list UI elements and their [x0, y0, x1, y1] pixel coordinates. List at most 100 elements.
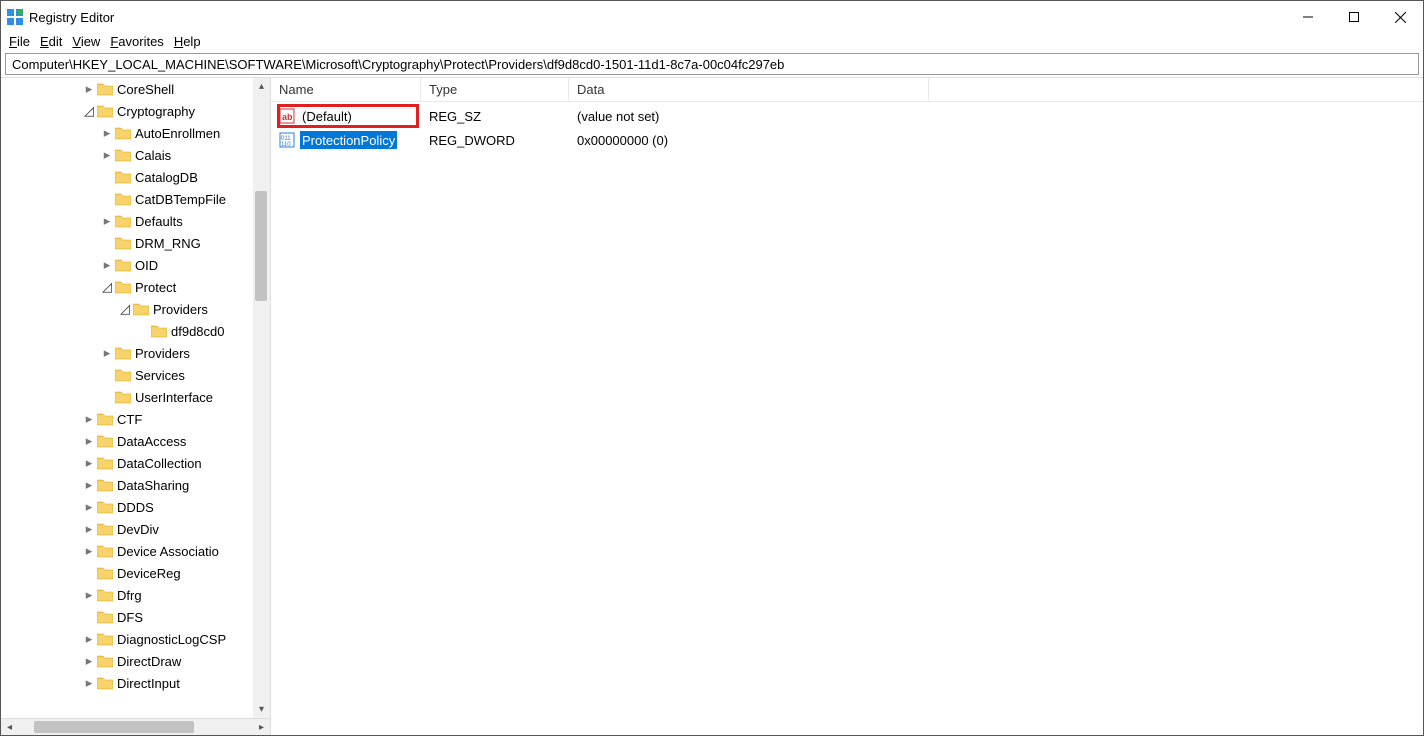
tree-item-label: OID: [135, 258, 158, 273]
tree-item-calais[interactable]: ▸Calais: [1, 144, 253, 166]
tree-item-autoenroll[interactable]: ▸ AutoEnrollmen: [1, 122, 253, 144]
folder-icon: [97, 82, 113, 96]
tree-item-drmrng[interactable]: DRM_RNG: [1, 232, 253, 254]
tree-item-label: DevDiv: [117, 522, 159, 537]
tree-item-dfs[interactable]: DFS: [1, 606, 253, 628]
chevron-right-icon[interactable]: ▸: [99, 125, 115, 141]
tree-item-cryptography[interactable]: ◿Cryptography: [1, 100, 253, 122]
chevron-right-icon[interactable]: ▸: [81, 81, 97, 97]
tree-item-devdiv[interactable]: ▸ DevDiv: [1, 518, 253, 540]
tree-item-providers[interactable]: ▸Providers: [1, 342, 253, 364]
window-title: Registry Editor: [29, 10, 114, 25]
chevron-right-icon[interactable]: ▸: [81, 587, 97, 603]
menu-help[interactable]: Help: [174, 34, 201, 49]
string-value-icon: ab: [279, 108, 295, 124]
chevron-right-icon[interactable]: ▸: [81, 433, 97, 449]
tree-item-label: df9d8cd0: [171, 324, 225, 339]
tree-item-protect[interactable]: ◿Protect: [1, 276, 253, 298]
value-row[interactable]: 011110ProtectionPolicyREG_DWORD0x0000000…: [271, 128, 1423, 152]
tree-item-providers_inner[interactable]: ◿Providers: [1, 298, 253, 320]
menu-bar: File Edit View Favorites Help: [1, 33, 1423, 53]
maximize-button[interactable]: [1331, 1, 1377, 33]
chevron-right-icon[interactable]: ▸: [81, 521, 97, 537]
chevron-right-icon[interactable]: ▸: [81, 411, 97, 427]
value-type: REG_DWORD: [421, 128, 569, 152]
scroll-up-icon[interactable]: ▴: [253, 78, 270, 95]
scroll-thumb[interactable]: [255, 191, 267, 301]
chevron-right-icon[interactable]: ▸: [81, 675, 97, 691]
tree-item-userinterface[interactable]: UserInterface: [1, 386, 253, 408]
close-button[interactable]: [1377, 1, 1423, 33]
tree-item-label: DataAccess: [117, 434, 186, 449]
chevron-down-icon[interactable]: ◿: [81, 103, 97, 119]
tree-item-coreshell[interactable]: ▸CoreShell: [1, 78, 253, 100]
tree-item-label: AutoEnrollmen: [135, 126, 220, 141]
tree-item-directinput[interactable]: ▸DirectInput: [1, 672, 253, 694]
menu-file[interactable]: File: [9, 34, 30, 49]
scroll-left-icon[interactable]: ◂: [1, 719, 18, 736]
tree-item-ddds[interactable]: ▸DDDS: [1, 496, 253, 518]
tree-item-ctf[interactable]: ▸CTF: [1, 408, 253, 430]
chevron-right-icon[interactable]: ▸: [99, 147, 115, 163]
tree-item-defaults[interactable]: ▸Defaults: [1, 210, 253, 232]
tree-item-dataaccess[interactable]: ▸ DataAccess: [1, 430, 253, 452]
folder-icon: [115, 126, 131, 140]
tree-horizontal-scrollbar[interactable]: ◂ ▸: [1, 718, 270, 735]
tree-item-devicereg[interactable]: DeviceReg: [1, 562, 253, 584]
tree-item-label: DRM_RNG: [135, 236, 201, 251]
chevron-right-icon[interactable]: ▸: [81, 631, 97, 647]
folder-icon: [97, 500, 113, 514]
chevron-right-icon[interactable]: ▸: [81, 543, 97, 559]
scroll-track[interactable]: [18, 719, 253, 735]
values-list[interactable]: ab(Default)REG_SZ(value not set)011110Pr…: [271, 102, 1423, 735]
tree-item-label: DFS: [117, 610, 143, 625]
tree-item-catdbtemp[interactable]: CatDBTempFile: [1, 188, 253, 210]
tree-item-catalogdb[interactable]: CatalogDB: [1, 166, 253, 188]
folder-icon: [115, 236, 131, 250]
menu-edit[interactable]: Edit: [40, 34, 62, 49]
content-area: ▸CoreShell◿Cryptography▸AutoEnrollmen▸Ca…: [1, 77, 1423, 735]
column-headers: Name Type Data: [271, 78, 1423, 102]
tree-vertical-scrollbar[interactable]: ▴ ▾: [253, 78, 270, 718]
chevron-right-icon[interactable]: ▸: [99, 345, 115, 361]
tree-item-label: Services: [135, 368, 185, 383]
tree-item-datacollection[interactable]: ▸DataCollection: [1, 452, 253, 474]
tree-item-guid[interactable]: df9d8cd0: [1, 320, 253, 342]
tree-item-diaglog[interactable]: ▸DiagnosticLogCSP: [1, 628, 253, 650]
address-bar[interactable]: Computer\HKEY_LOCAL_MACHINE\SOFTWARE\Mic…: [5, 53, 1419, 75]
scroll-thumb[interactable]: [34, 721, 194, 733]
scroll-track[interactable]: [253, 95, 270, 701]
tree-item-deviceassoc[interactable]: ▸Device Associatio: [1, 540, 253, 562]
chevron-down-icon[interactable]: ◿: [99, 279, 115, 295]
scroll-down-icon[interactable]: ▾: [253, 701, 270, 718]
folder-icon: [115, 346, 131, 360]
folder-icon: [115, 368, 131, 382]
tree-view[interactable]: ▸CoreShell◿Cryptography▸AutoEnrollmen▸Ca…: [1, 78, 270, 718]
chevron-right-icon[interactable]: ▸: [99, 213, 115, 229]
value-data: 0x00000000 (0): [569, 128, 1423, 152]
tree-item-oid[interactable]: ▸ OID: [1, 254, 253, 276]
menu-view[interactable]: View: [72, 34, 100, 49]
chevron-right-icon[interactable]: ▸: [81, 653, 97, 669]
chevron-down-icon[interactable]: ◿: [117, 301, 133, 317]
column-data[interactable]: Data: [569, 78, 929, 101]
column-type[interactable]: Type: [421, 78, 569, 101]
title-bar: Registry Editor: [1, 1, 1423, 33]
tree-item-datasharing[interactable]: ▸DataSharing: [1, 474, 253, 496]
column-name[interactable]: Name: [271, 78, 421, 101]
scroll-right-icon[interactable]: ▸: [253, 719, 270, 736]
tree-item-services[interactable]: Services: [1, 364, 253, 386]
minimize-button[interactable]: [1285, 1, 1331, 33]
tree-panel: ▸CoreShell◿Cryptography▸AutoEnrollmen▸Ca…: [1, 78, 271, 735]
chevron-right-icon[interactable]: ▸: [99, 257, 115, 273]
menu-favorites[interactable]: Favorites: [110, 34, 163, 49]
chevron-right-icon[interactable]: ▸: [81, 477, 97, 493]
chevron-right-icon[interactable]: ▸: [81, 499, 97, 515]
folder-icon: [97, 456, 113, 470]
tree-item-directdraw[interactable]: ▸DirectDraw: [1, 650, 253, 672]
folder-icon: [97, 588, 113, 602]
tree-item-dfrg[interactable]: ▸Dfrg: [1, 584, 253, 606]
chevron-right-icon[interactable]: ▸: [81, 455, 97, 471]
folder-icon: [97, 544, 113, 558]
value-row[interactable]: ab(Default)REG_SZ(value not set): [271, 104, 1423, 128]
